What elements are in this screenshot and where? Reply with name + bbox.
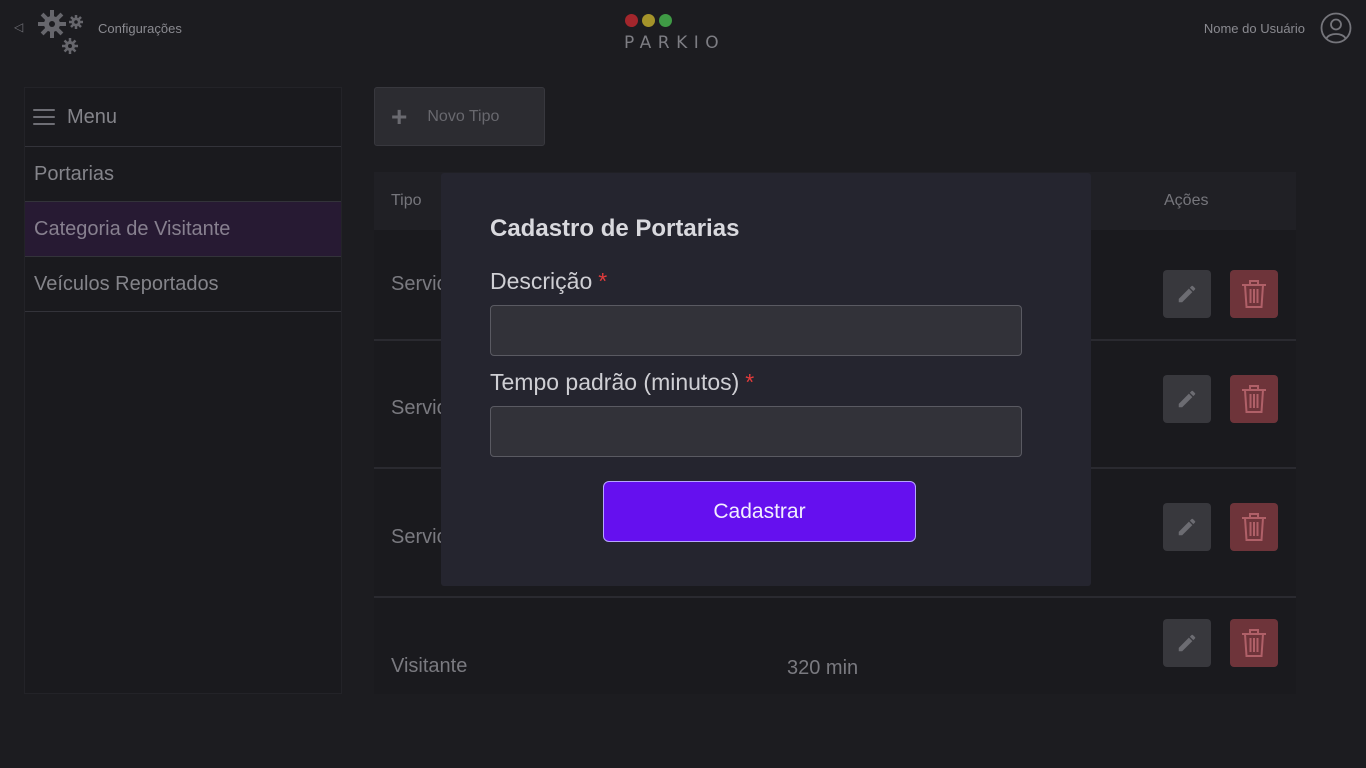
- description-label: Descrição *: [490, 268, 607, 295]
- edit-button[interactable]: [1163, 270, 1211, 318]
- user-circle-icon[interactable]: [1320, 12, 1352, 44]
- description-input[interactable]: [490, 305, 1022, 356]
- cell-type: Servic: [391, 397, 447, 419]
- pencil-icon: [1178, 390, 1196, 408]
- logo-text: PARKIO: [624, 33, 726, 53]
- cell-type: Servic: [391, 526, 447, 548]
- modal-title: Cadastro de Portarias: [490, 215, 740, 242]
- pencil-icon: [1178, 634, 1196, 652]
- required-marker: *: [598, 268, 608, 294]
- register-modal: Cadastro de Portarias Descrição * Tempo p…: [441, 173, 1091, 586]
- cell-type: Servic: [391, 273, 447, 295]
- app-header: ◁ Configurações PARKIO Nome do Usuário: [0, 0, 1366, 60]
- default-time-label: Tempo padrão (minutos) *: [490, 369, 754, 396]
- edit-button[interactable]: [1163, 619, 1211, 667]
- logo-dot-red: [625, 14, 638, 27]
- default-time-input[interactable]: [490, 406, 1022, 457]
- logo-dot-yellow: [642, 14, 655, 27]
- triangle-left-icon[interactable]: ◁: [14, 20, 23, 34]
- delete-button[interactable]: [1230, 375, 1278, 423]
- hamburger-icon[interactable]: [33, 109, 55, 125]
- sidebar-item-categoria-de-visitante[interactable]: Categoria de Visitante: [25, 202, 341, 257]
- sidebar-item-veiculos-reportados[interactable]: Veículos Reportados: [25, 257, 341, 312]
- table-row: Visitante 320 min: [374, 598, 1296, 694]
- edit-button[interactable]: [1163, 375, 1211, 423]
- menu-header[interactable]: Menu: [25, 88, 341, 147]
- cell-type: Visitante: [391, 655, 468, 677]
- settings-label[interactable]: Configurações: [98, 21, 182, 36]
- pencil-icon: [1178, 518, 1196, 536]
- logo-dot-green: [659, 14, 672, 27]
- delete-button[interactable]: [1230, 270, 1278, 318]
- trash-icon: [1242, 280, 1266, 308]
- cell-time: 320 min: [787, 657, 859, 679]
- trash-icon: [1242, 629, 1266, 657]
- parkio-logo: PARKIO: [624, 14, 754, 56]
- submit-button[interactable]: Cadastrar: [603, 481, 916, 542]
- default-time-label-text: Tempo padrão (minutos): [490, 369, 740, 395]
- trash-icon: [1242, 513, 1266, 541]
- delete-button[interactable]: [1230, 619, 1278, 667]
- required-marker: *: [745, 369, 755, 395]
- pencil-icon: [1178, 285, 1196, 303]
- new-type-button[interactable]: + Novo Tipo: [374, 87, 545, 146]
- logo-dots: [625, 14, 754, 27]
- description-label-text: Descrição: [490, 268, 593, 294]
- gears-icon[interactable]: [38, 8, 88, 58]
- delete-button[interactable]: [1230, 503, 1278, 551]
- column-header-actions: Ações: [1164, 192, 1209, 209]
- user-name[interactable]: Nome do Usuário: [1204, 21, 1305, 36]
- sidebar-item-portarias[interactable]: Portarias: [25, 147, 341, 202]
- menu-title: Menu: [67, 105, 118, 128]
- column-header-type: Tipo: [391, 192, 422, 209]
- edit-button[interactable]: [1163, 503, 1211, 551]
- new-type-label: Novo Tipo: [427, 107, 500, 125]
- trash-icon: [1242, 385, 1266, 413]
- sidebar: Menu Portarias Categoria de Visitante Ve…: [24, 87, 342, 694]
- plus-icon: +: [391, 100, 408, 132]
